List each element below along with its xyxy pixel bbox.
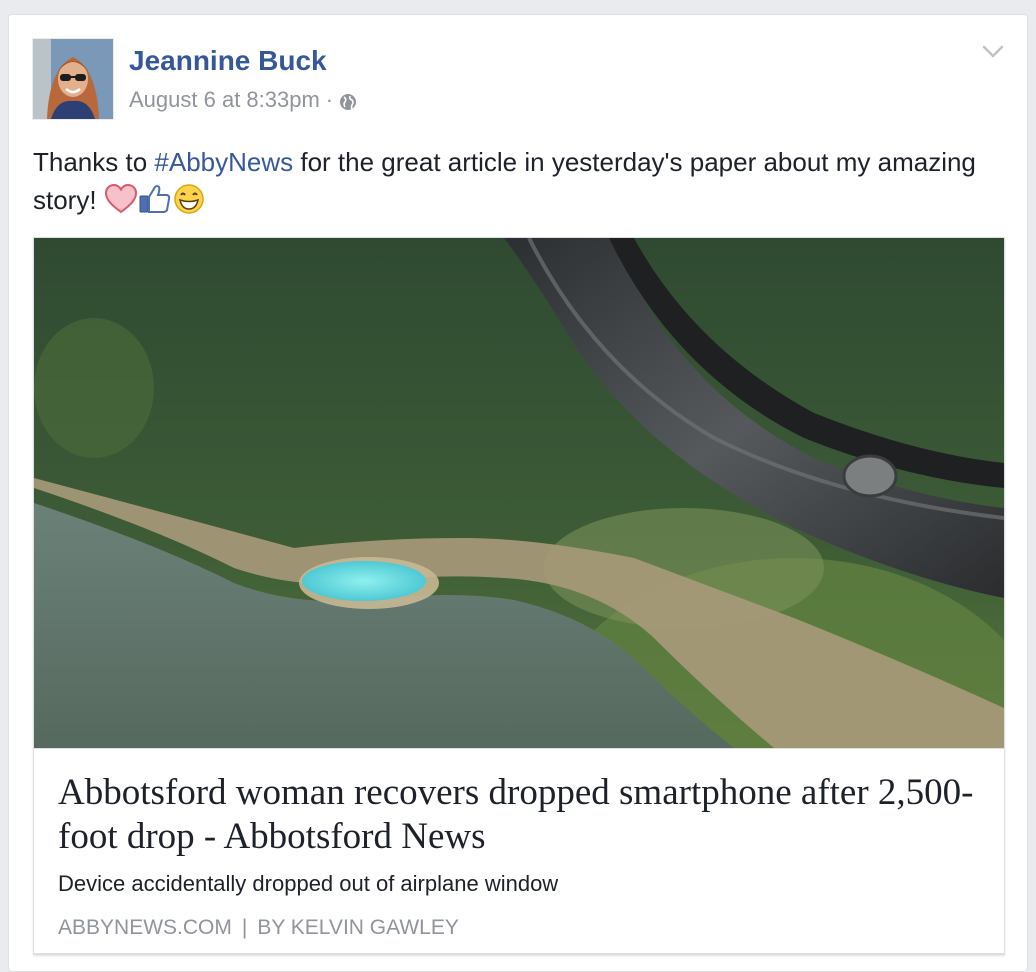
post-text-before: Thanks to (33, 147, 155, 177)
post-text: Thanks to #AbbyNews for the great articl… (33, 143, 993, 225)
globe-icon[interactable] (339, 91, 357, 110)
post-meta: August 6 at 8:33pm · (129, 87, 357, 113)
post-timestamp[interactable]: August 6 at 8:33pm (129, 87, 320, 113)
author-name[interactable]: Jeannine Buck (129, 45, 327, 77)
source-separator: | (241, 916, 248, 939)
heart-icon (104, 183, 138, 225)
thumbs-up-icon (138, 183, 172, 225)
grinning-face-icon (172, 183, 206, 225)
link-preview-card[interactable]: Abbotsford woman recovers dropped smartp… (33, 237, 1005, 955)
link-description: Device accidentally dropped out of airpl… (58, 871, 559, 896)
post-card: Jeannine Buck August 6 at 8:33pm · Thank… (8, 14, 1028, 972)
hashtag-link[interactable]: #AbbyNews (154, 147, 293, 177)
link-domain: ABBYNEWS.COM (58, 916, 232, 939)
link-byline: BY KELVIN GAWLEY (257, 916, 459, 939)
link-preview-text: Abbotsford woman recovers dropped smartp… (34, 748, 1004, 953)
aerial-photo (34, 238, 1004, 748)
chevron-down-icon[interactable] (981, 43, 1005, 61)
link-preview-image (34, 238, 1004, 748)
link-source: ABBYNEWS.COM | BY KELVIN GAWLEY (58, 915, 459, 941)
link-headline[interactable]: Abbotsford woman recovers dropped smartp… (58, 771, 978, 859)
meta-separator: · (325, 87, 334, 112)
avatar-photo (33, 39, 113, 119)
avatar[interactable] (33, 39, 113, 119)
